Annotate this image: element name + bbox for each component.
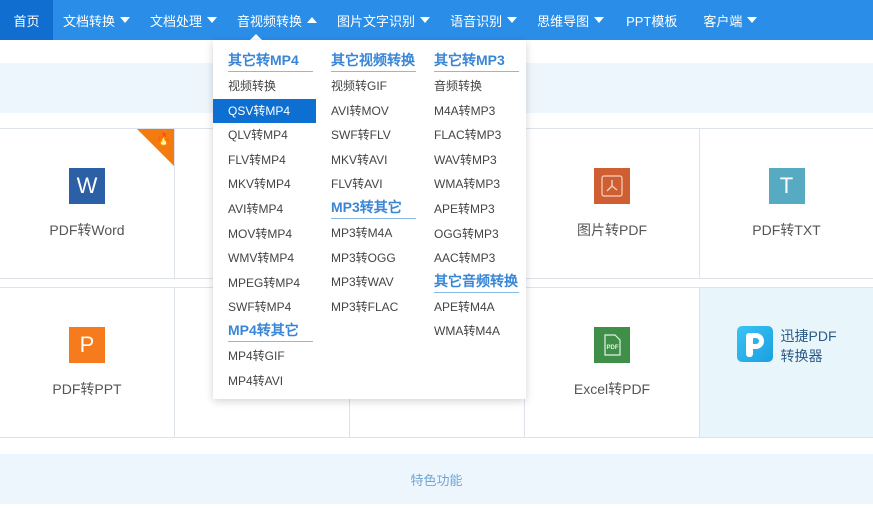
nav-home[interactable]: 首页 <box>0 0 53 40</box>
nav-label: 音视频转换 <box>237 13 303 29</box>
menu-section-title: 其它转MP4 <box>228 50 313 72</box>
menu-item[interactable]: WMA转M4A <box>419 319 522 344</box>
menu-item[interactable]: SWF转MP4 <box>213 295 316 320</box>
feature-label: 特色功能 <box>410 472 463 488</box>
menu-item[interactable]: 音频转换 <box>419 74 522 99</box>
dropdown-column: 其它视频转换 视频转GIF AVI转MOV SWF转FLV MKV转AVI FL… <box>316 50 419 319</box>
menu-item-highlighted[interactable]: QSV转MP4 <box>213 98 316 124</box>
menu-section-title: 其它音频转换 <box>434 271 519 293</box>
chevron-down-icon <box>594 17 605 23</box>
tile-pdf-to-ppt[interactable]: P PDF转PPT <box>0 288 175 437</box>
tile-image-to-pdf[interactable]: 图片转PDF <box>525 129 700 278</box>
menu-item[interactable]: APE转MP3 <box>419 197 522 222</box>
tile-label: PDF转TXT <box>752 221 821 238</box>
nav-label: 图片文字识别 <box>337 13 416 29</box>
nav-label: 文档处理 <box>150 13 203 29</box>
nav-label: 客户端 <box>703 13 743 29</box>
av-convert-dropdown: 其它转MP4 视频转换 QSV转MP4 QLV转MP4 FLV转MP4 MKV转… <box>213 40 526 399</box>
tile-pdf-to-word[interactable]: 🔥 W PDF转Word <box>0 129 175 278</box>
menu-item[interactable]: WAV转MP3 <box>419 148 522 173</box>
flame-icon: 🔥 <box>156 132 171 146</box>
promo-text: 迅捷PDF 转换器 <box>781 326 837 366</box>
chevron-up-icon <box>307 17 318 23</box>
menu-item[interactable]: MP4转GIF <box>213 344 316 369</box>
menu-item[interactable]: MOV转MP4 <box>213 222 316 247</box>
excel-pdf-icon: PDF <box>594 326 630 363</box>
menu-item[interactable]: MP3转FLAC <box>316 295 419 320</box>
menu-item[interactable]: FLAC转MP3 <box>419 123 522 148</box>
nav-mindmap[interactable]: 思维导图 <box>527 0 614 40</box>
nav-doc-process[interactable]: 文档处理 <box>140 0 227 40</box>
tile-label: PDF转PPT <box>52 380 122 397</box>
tile-label: 图片转PDF <box>577 221 647 238</box>
feature-section-title: 特色功能 <box>0 454 873 504</box>
menu-item[interactable]: MP3转WAV <box>316 270 419 295</box>
menu-section-title: MP3转其它 <box>331 197 416 219</box>
svg-text:PDF: PDF <box>607 345 619 351</box>
menu-item[interactable]: MP4转AVI <box>213 369 316 394</box>
word-icon: W <box>69 167 105 204</box>
menu-item[interactable]: OGG转MP3 <box>419 222 522 247</box>
tile-label: Excel转PDF <box>573 380 651 397</box>
menu-item[interactable]: WMA转MP3 <box>419 172 522 197</box>
promo-line1: 迅捷PDF <box>780 328 837 344</box>
menu-item[interactable]: MP3转M4A <box>316 221 419 246</box>
menu-item[interactable]: MP3转OGG <box>316 246 419 271</box>
dropdown-column: 其它转MP4 视频转换 QSV转MP4 QLV转MP4 FLV转MP4 MKV转… <box>213 50 316 393</box>
nav-label: 文档转换 <box>63 13 116 29</box>
chevron-down-icon <box>120 17 131 23</box>
menu-item[interactable]: MKV转MP4 <box>213 172 316 197</box>
nav-ppt-template[interactable]: PPT模板 <box>614 0 693 40</box>
menu-item[interactable]: M4A转MP3 <box>419 99 522 124</box>
menu-section-title: MP4转其它 <box>228 320 313 342</box>
menu-item[interactable]: WMV转MP4 <box>213 246 316 271</box>
menu-item[interactable]: FLV转MP4 <box>213 148 316 173</box>
promo-pdf-converter[interactable]: 迅捷PDF 转换器 <box>700 288 873 437</box>
nav-speech[interactable]: 语音识别 <box>440 0 527 40</box>
tile-excel-to-pdf[interactable]: PDF Excel转PDF <box>525 288 700 437</box>
menu-item[interactable]: 视频转GIF <box>316 74 419 99</box>
nav-ocr[interactable]: 图片文字识别 <box>327 0 440 40</box>
chevron-down-icon <box>507 17 518 23</box>
menu-section-title: 其它转MP3 <box>434 50 519 72</box>
menu-item[interactable]: AVI转MP4 <box>213 197 316 222</box>
menu-item[interactable]: 视频转换 <box>213 74 316 99</box>
chevron-down-icon <box>747 17 758 23</box>
txt-icon: T <box>768 167 805 204</box>
menu-item[interactable]: FLV转AVI <box>316 172 419 197</box>
menu-item[interactable]: MKV转AVI <box>316 148 419 173</box>
menu-item[interactable]: APE转M4A <box>419 295 522 320</box>
menu-section-title: 其它视频转换 <box>331 50 416 72</box>
nav-label: 语音识别 <box>450 13 503 29</box>
tile-label: PDF转Word <box>49 221 125 238</box>
tile-pdf-to-txt[interactable]: T PDF转TXT <box>700 129 873 278</box>
menu-item[interactable]: AAC转MP3 <box>419 246 522 271</box>
nav-client[interactable]: 客户端 <box>693 0 767 40</box>
nav-doc-convert[interactable]: 文档转换 <box>53 0 140 40</box>
promo-line2: 转换器 <box>780 348 823 364</box>
nav-label: PPT模板 <box>626 13 678 29</box>
top-nav: 首页 文档转换 文档处理 音视频转换 图片文字识别 语音识别 思维导图 PPT模… <box>0 0 873 40</box>
pdf-converter-logo-icon <box>736 326 773 362</box>
nav-home-label: 首页 <box>13 13 40 29</box>
menu-item[interactable]: MPEG转MP4 <box>213 271 316 296</box>
dropdown-column: 其它转MP3 音频转换 M4A转MP3 FLAC转MP3 WAV转MP3 WMA… <box>419 50 522 344</box>
nav-av-convert[interactable]: 音视频转换 <box>227 0 327 40</box>
chevron-down-icon <box>207 17 218 23</box>
menu-item[interactable]: SWF转FLV <box>316 123 419 148</box>
ppt-icon: P <box>69 326 105 363</box>
nav-label: 思维导图 <box>537 13 590 29</box>
chevron-down-icon <box>420 17 431 23</box>
menu-item[interactable]: AVI转MOV <box>316 99 419 124</box>
menu-item[interactable]: QLV转MP4 <box>213 123 316 148</box>
pdf-acrobat-icon <box>594 167 630 204</box>
